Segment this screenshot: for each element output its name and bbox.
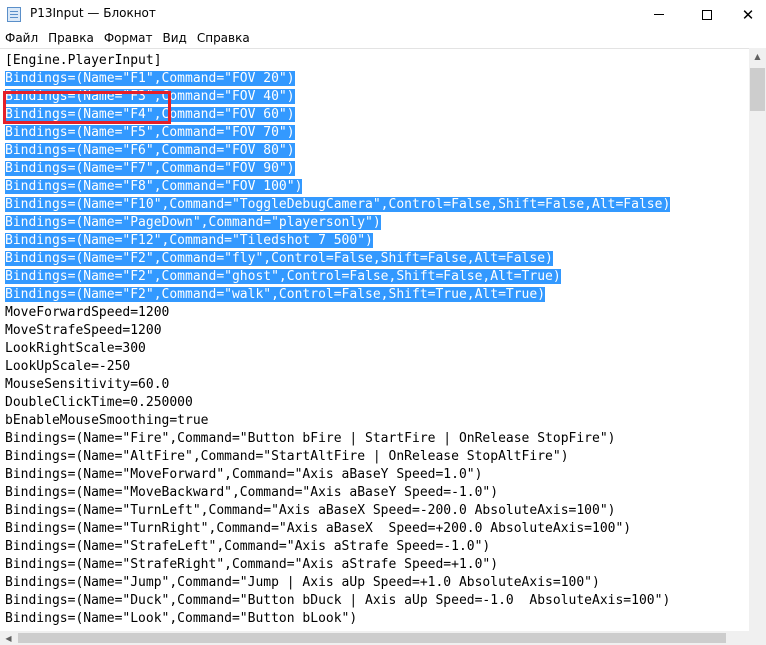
text-line[interactable]: Bindings=(Name="F6",Command="FOV 80") [5,142,670,160]
line-text: Bindings=(Name="F7",Command="FOV 90") [5,161,295,176]
text-line[interactable]: Bindings=(Name="F8",Command="FOV 100") [5,178,670,196]
text-line[interactable]: Bindings=(Name="F4",Command="FOV 60") [5,106,670,124]
text-line[interactable]: DoubleClickTime=0.250000 [5,394,670,412]
menu-view[interactable]: Вид [158,29,192,48]
line-text: Bindings=(Name="TurnRight",Command="Axis… [5,521,632,536]
text-line[interactable]: Bindings=(Name="F12",Command="Tiledshot … [5,232,670,250]
text-line[interactable]: Bindings=(Name="F2",Command="walk",Contr… [5,286,670,304]
line-text: Bindings=(Name="F12",Command="Tiledshot … [5,233,373,248]
text-line[interactable]: MoveStrafeSpeed=1200 [5,322,670,340]
line-text: Bindings=(Name="F2",Command="fly",Contro… [5,251,553,266]
line-text: Bindings=(Name="Fire",Command="Button bF… [5,431,616,446]
text-line[interactable]: Bindings=(Name="StrafeRight",Command="Ax… [5,556,670,574]
line-text: DoubleClickTime=0.250000 [5,395,193,410]
line-text: Bindings=(Name="F1",Command="FOV 20") [5,71,295,86]
notepad-icon [7,7,21,22]
line-text: Bindings=(Name="F4",Command="FOV 60") [5,107,295,122]
line-text: Bindings=(Name="Jump",Command="Jump | Ax… [5,575,600,590]
line-text: LookRightScale=300 [5,341,146,356]
text-line[interactable]: Bindings=(Name="TurnRight",Command="Axis… [5,520,670,538]
text-line[interactable]: [Engine.PlayerInput] [5,52,670,70]
text-line[interactable]: bEnableMouseSmoothing=true [5,412,670,430]
line-text: Bindings=(Name="F6",Command="FOV 80") [5,143,295,158]
line-text: Bindings=(Name="F2",Command="walk",Contr… [5,287,546,302]
text-line[interactable]: Bindings=(Name="AltFire",Command="StartA… [5,448,670,466]
line-text: Bindings=(Name="StrafeLeft",Command="Axi… [5,539,491,554]
text-line[interactable]: Bindings=(Name="F7",Command="FOV 90") [5,160,670,178]
text-line[interactable]: LookRightScale=300 [5,340,670,358]
line-text: MoveForwardSpeed=1200 [5,305,170,320]
line-text: MoveStrafeSpeed=1200 [5,323,162,338]
menu-bar: Файл Правка Формат Вид Справка [0,29,766,48]
line-text: Bindings=(Name="MoveBackward",Command="A… [5,485,499,500]
menu-edit[interactable]: Правка [43,29,99,48]
text-line[interactable]: MouseSensitivity=60.0 [5,376,670,394]
text-line[interactable]: Bindings=(Name="MoveForward",Command="Ax… [5,466,670,484]
line-text: Bindings=(Name="F3",Command="FOV 40") [5,89,295,104]
scroll-left-arrow-icon[interactable]: ◀ [0,631,17,645]
text-line[interactable]: Bindings=(Name="StrafeLeft",Command="Axi… [5,538,670,556]
text-line[interactable]: Bindings=(Name="PageDown",Command="playe… [5,214,670,232]
text-line[interactable]: Bindings=(Name="Fire",Command="Button bF… [5,430,670,448]
text-line[interactable]: Bindings=(Name="F1",Command="FOV 20") [5,70,670,88]
close-button[interactable]: ✕ [730,0,766,29]
line-text: MouseSensitivity=60.0 [5,377,170,392]
line-text: Bindings=(Name="F10",Command="ToggleDebu… [5,197,671,212]
line-text: Bindings=(Name="Look",Command="Button bL… [5,611,358,626]
minimize-button[interactable] [636,0,682,29]
text-line[interactable]: Bindings=(Name="F2",Command="fly",Contro… [5,250,670,268]
text-line[interactable]: Bindings=(Name="F10",Command="ToggleDebu… [5,196,671,214]
line-text: Bindings=(Name="F2",Command="ghost",Cont… [5,269,561,284]
line-text: Bindings=(Name="F5",Command="FOV 70") [5,125,295,140]
text-editor[interactable]: [Engine.PlayerInput] Bindings=(Name="F1",… [0,48,749,631]
text-line[interactable]: Bindings=(Name="F2",Command="ghost",Cont… [5,268,670,286]
scrollbar-corner [749,631,766,645]
minimize-icon [654,14,664,15]
line-text: LookUpScale=-250 [5,359,131,374]
text-line[interactable]: MoveForwardSpeed=1200 [5,304,670,322]
line-text: Bindings=(Name="F8",Command="FOV 100") [5,179,303,194]
line-text: Bindings=(Name="AltFire",Command="StartA… [5,449,569,464]
text-line[interactable]: Bindings=(Name="Jump",Command="Jump | Ax… [5,574,670,592]
scroll-up-arrow-icon[interactable]: ▲ [749,48,766,65]
horizontal-scrollbar[interactable]: ◀ [0,631,749,645]
line-text: Bindings=(Name="StrafeRight",Command="Ax… [5,557,499,572]
menu-file[interactable]: Файл [0,29,43,48]
title-bar[interactable]: P13Input — Блокнот ✕ [0,0,766,29]
maximize-icon [702,9,712,20]
text-lines[interactable]: [Engine.PlayerInput] Bindings=(Name="F1",… [5,52,671,628]
text-line[interactable]: Bindings=(Name="F5",Command="FOV 70") [5,124,670,142]
menu-help[interactable]: Справка [192,29,255,48]
line-text: Bindings=(Name="PageDown",Command="playe… [5,215,381,230]
text-line[interactable]: Bindings=(Name="Look",Command="Button bL… [5,610,670,628]
line-text: Bindings=(Name="Duck",Command="Button bD… [5,593,671,608]
horizontal-scroll-thumb[interactable] [18,633,726,643]
vertical-scroll-thumb[interactable] [750,68,765,111]
line-text: bEnableMouseSmoothing=true [5,413,209,428]
maximize-button[interactable] [684,0,730,29]
line-text: Bindings=(Name="TurnLeft",Command="Axis … [5,503,616,518]
menu-format[interactable]: Формат [99,29,158,48]
text-line[interactable]: Bindings=(Name="MoveBackward",Command="A… [5,484,670,502]
text-line[interactable]: Bindings=(Name="F3",Command="FOV 40") [5,88,670,106]
line-text: Bindings=(Name="MoveForward",Command="Ax… [5,467,483,482]
vertical-scrollbar[interactable]: ▲ [749,48,766,631]
text-line[interactable]: LookUpScale=-250 [5,358,670,376]
close-icon: ✕ [741,5,755,24]
text-line[interactable]: Bindings=(Name="TurnLeft",Command="Axis … [5,502,670,520]
window-title: P13Input — Блокнот [30,6,156,20]
text-line[interactable]: Bindings=(Name="Duck",Command="Button bD… [5,592,670,610]
line-text: [Engine.PlayerInput] [5,53,162,68]
